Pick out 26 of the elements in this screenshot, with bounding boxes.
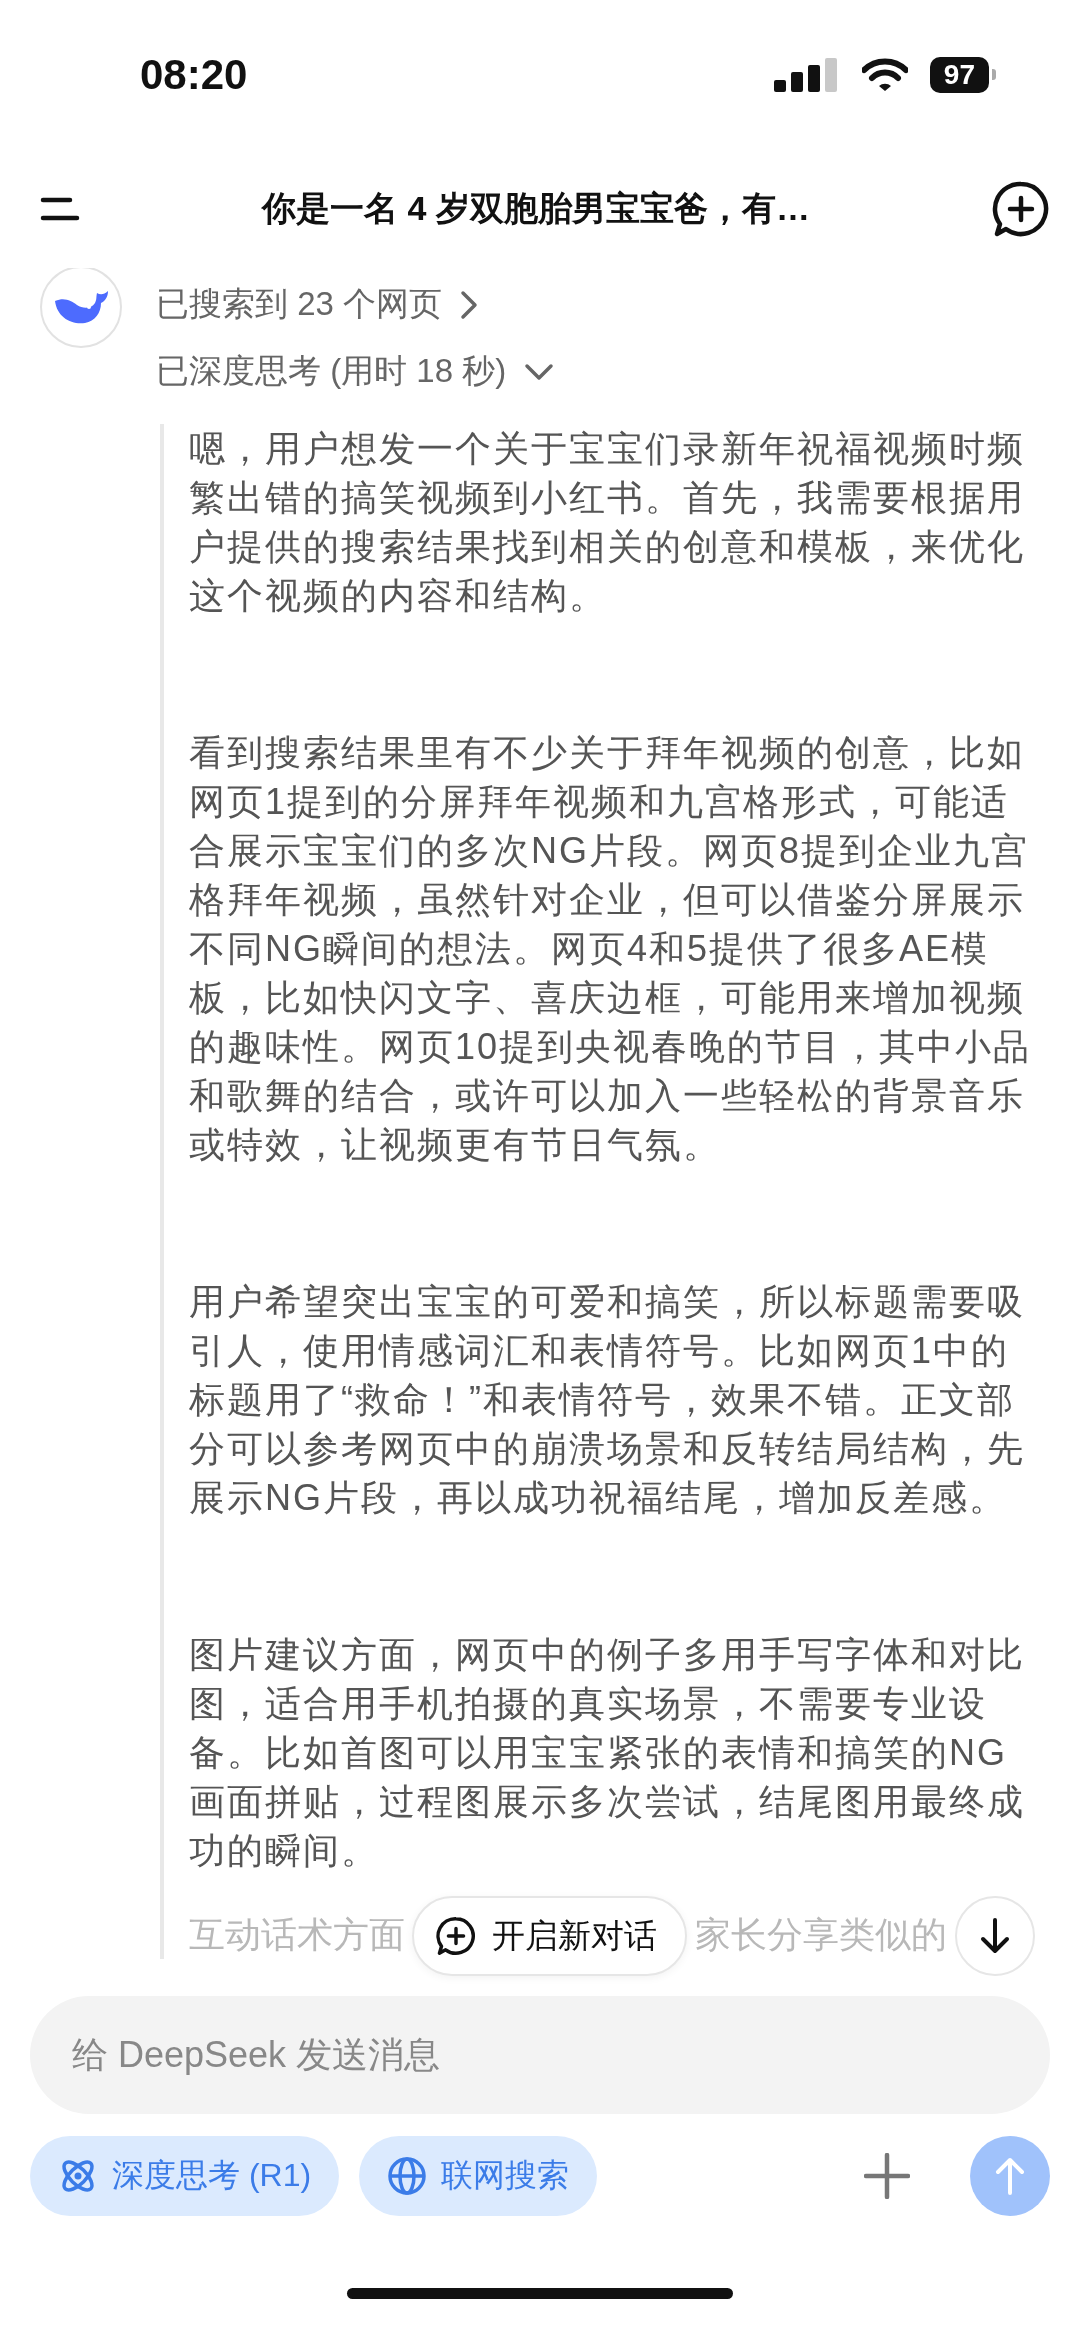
new-chat-button[interactable]: 开启新对话 xyxy=(412,1896,687,1976)
globe-icon xyxy=(387,2156,428,2196)
signal-icon xyxy=(773,58,840,92)
mode-toggle[interactable]: 深度思考 (R1) xyxy=(30,2136,340,2216)
plus-icon[interactable] xyxy=(864,2153,910,2199)
new-chat-icon[interactable] xyxy=(992,180,1050,238)
menu-icon[interactable] xyxy=(40,196,80,222)
thought-paragraph: 嗯，用户想发一个关于宝宝们录新年祝福视频时频繁出错的搞笑视频到小红书。首先，我需要根据用户提供的搜索结果找到相关的创意和模板，来优化这个视频的内容和结构。 xyxy=(189,427,1026,618)
arrow-down-icon xyxy=(980,1917,1010,1955)
conversation-title: 你是一名 4 岁双胞胎男宝宝爸，有… xyxy=(260,188,811,229)
mode-toggle[interactable]: 联网搜索 xyxy=(359,2136,598,2216)
wifi-icon xyxy=(861,58,908,92)
battery-indicator: 97 xyxy=(929,57,996,93)
chevron-right-icon xyxy=(460,289,479,320)
search-results-link[interactable]: 已搜索到 23 个网页 xyxy=(156,282,479,327)
thought-text: 互动话术方面 xyxy=(189,1913,405,1957)
arrow-up-icon xyxy=(995,2156,1025,2196)
new-chat-icon xyxy=(436,1916,476,1956)
status-time: 08:20 xyxy=(140,51,248,99)
thought-paragraph: 图片建议方面，网页中的例子多用手写字体和对比图，适合用手机拍摄的真实场景，不需要专业设备。比如首图可以用宝宝紧张的表情和搞笑的NG画面拼贴，过程图展示多次尝试，结尾图用最终成功的瞬间。 xyxy=(189,1633,1026,1873)
thought-paragraph: 看到搜索结果里有不少关于拜年视频的创意，比如网页1提到的分屏拜年视频和九宫格形式，可能适合展示宝宝们的多次NG片段。网页8提到企业九宫格拜年视频，虽然针对企业，但可以借鉴分屏展示不同NG瞬间的想法。网页4和5提供了很多AE模板，比如快闪文字、喜庆边框，可能用来增加视频的趣味性。网页10提到央视春晚的节目，其中小品和歌舞的结合，或许可以加入一些轻松的背景音乐或特效，让视频更有节日气氛。 xyxy=(189,731,1033,1167)
thinking-toggle[interactable]: 已深度思考 (用时 18 秒) xyxy=(156,349,555,394)
chevron-down-icon xyxy=(524,362,555,381)
message-input[interactable]: 给 DeepSeek 发送消息 xyxy=(30,1996,1050,2114)
thought-text: 家长分享类似的 xyxy=(695,1913,947,1957)
thought-paragraph: 用户希望突出宝宝的可爱和搞笑，所以标题需要吸引人，使用情感词汇和表情符号。比如网页1中的标题用了“救命！”和表情符号，效果不错。正文部分可以参考网页中的崩溃场景和反转结局结构，先展示NG片段，再以成功祝福结尾，增加反差感。 xyxy=(189,1280,1026,1520)
